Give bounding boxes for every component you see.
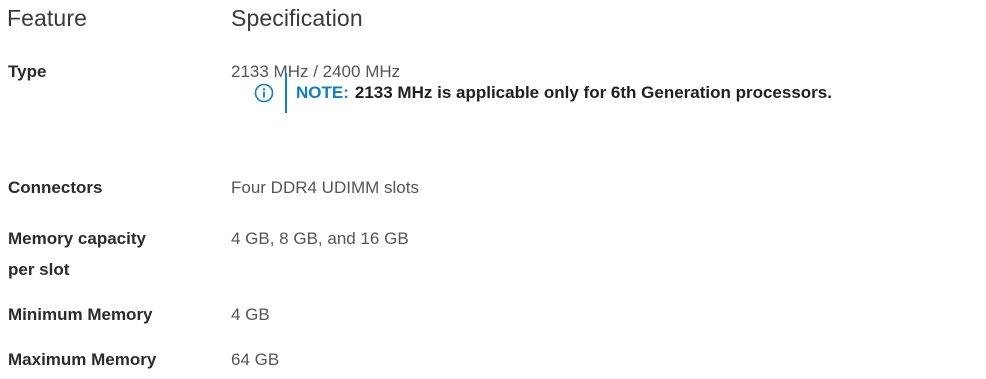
- row-memory-capacity-label-line2: per slot: [8, 260, 70, 279]
- row-maximum-memory-value: 64 GB: [231, 350, 280, 369]
- note-text: 2133 MHz is applicable only for 6th Gene…: [354, 83, 832, 102]
- note-callout: NOTE: 2133 MHz is applicable only for 6t…: [254, 73, 832, 113]
- header-feature: Feature: [7, 5, 87, 31]
- row-minimum-memory-value: 4 GB: [231, 305, 270, 324]
- note-divider: [285, 73, 287, 113]
- row-connectors-value: Four DDR4 UDIMM slots: [231, 178, 419, 197]
- row-memory-capacity-value: 4 GB, 8 GB, and 16 GB: [231, 229, 409, 248]
- row-connectors-label: Connectors: [8, 178, 103, 197]
- header-specification: Specification: [231, 5, 363, 31]
- note-label: NOTE:: [296, 83, 349, 102]
- row-memory-capacity-label-line1: Memory capacity: [8, 229, 146, 248]
- row-maximum-memory-label: Maximum Memory: [8, 350, 157, 369]
- info-icon: [254, 83, 274, 103]
- row-minimum-memory-label: Minimum Memory: [8, 305, 153, 324]
- row-type-label: Type: [8, 62, 47, 81]
